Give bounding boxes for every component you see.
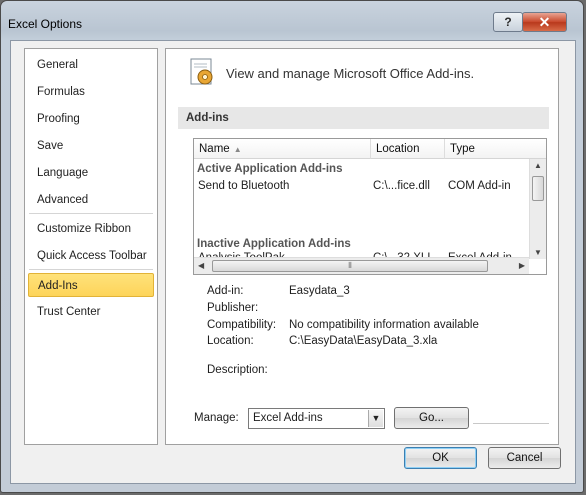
column-name-label: Name: [199, 143, 230, 155]
horizontal-scroll-thumb[interactable]: ⦀: [212, 260, 488, 272]
nav-item-general[interactable]: General: [37, 55, 157, 75]
scroll-up-icon[interactable]: ▲: [534, 161, 542, 170]
row-type: COM Add-in: [448, 180, 511, 192]
addin-label: Add-in:: [207, 285, 244, 297]
chevron-down-icon[interactable]: ▼: [368, 410, 383, 427]
sort-ascending-icon: ▲: [233, 145, 242, 154]
scroll-left-icon[interactable]: ◀: [198, 261, 204, 270]
row-location: C:\...fice.dll: [373, 180, 430, 192]
column-header-type[interactable]: Type: [445, 139, 546, 159]
excel-options-dialog: Excel Options ? ✕ General Formulas Proof…: [0, 0, 584, 493]
row-name: Send to Bluetooth: [198, 180, 290, 192]
nav-item-quick-access-toolbar[interactable]: Quick Access Toolbar: [37, 246, 157, 266]
column-header-location[interactable]: Location: [371, 139, 445, 159]
pane-header: View and manage Microsoft Office Add-ins…: [226, 66, 475, 81]
add-ins-list[interactable]: Name ▲ Location Type Active Application A…: [193, 138, 547, 275]
manage-bar: Manage: Excel Add-ins ▼ Go...: [188, 404, 473, 434]
nav-item-advanced[interactable]: Advanced: [37, 190, 157, 210]
close-icon: ✕: [538, 13, 551, 30]
title-bar: Excel Options ? ✕: [1, 1, 583, 41]
close-button[interactable]: ✕: [522, 12, 567, 32]
description-label: Description:: [207, 364, 268, 376]
nav-item-language[interactable]: Language: [37, 163, 157, 183]
ok-button[interactable]: OK: [404, 447, 477, 469]
nav-item-formulas[interactable]: Formulas: [37, 82, 157, 102]
compatibility-value: No compatibility information available: [289, 319, 479, 331]
column-header-name[interactable]: Name ▲: [194, 139, 371, 159]
manage-selected-value: Excel Add-ins: [253, 412, 323, 424]
nav-item-save[interactable]: Save: [37, 136, 157, 156]
category-nav: General Formulas Proofing Save Language …: [24, 48, 158, 445]
scroll-down-icon[interactable]: ▼: [534, 248, 542, 257]
nav-item-customize-ribbon[interactable]: Customize Ribbon: [37, 219, 157, 239]
help-button[interactable]: ?: [493, 12, 523, 32]
window-title: Excel Options: [8, 17, 83, 31]
section-title: Add-ins: [178, 107, 549, 129]
group-active-add-ins: Active Application Add-ins: [197, 163, 343, 175]
nav-divider: [29, 269, 153, 270]
horizontal-scrollbar[interactable]: ◀ ⦀ ▶: [194, 257, 529, 274]
manage-label: Manage:: [194, 412, 239, 424]
nav-item-add-ins[interactable]: Add-Ins: [28, 273, 154, 297]
help-icon: ?: [504, 15, 512, 29]
go-button[interactable]: Go...: [394, 407, 469, 429]
nav-item-trust-center[interactable]: Trust Center: [37, 302, 157, 322]
location-label: Location:: [207, 335, 254, 347]
manage-dropdown[interactable]: Excel Add-ins ▼: [248, 408, 385, 429]
list-row[interactable]: Send to Bluetooth C:\...fice.dll COM Add…: [194, 177, 529, 195]
add-ins-gear-icon: [190, 58, 213, 85]
publisher-label: Publisher:: [207, 302, 259, 314]
scroll-right-icon[interactable]: ▶: [519, 261, 525, 270]
vertical-scrollbar[interactable]: ▲ ▼: [529, 159, 546, 259]
nav-divider: [29, 213, 153, 214]
cancel-button[interactable]: Cancel: [488, 447, 561, 469]
nav-item-proofing[interactable]: Proofing: [37, 109, 157, 129]
compatibility-label: Compatibility:: [207, 319, 277, 331]
location-value: C:\EasyData\EasyData_3.xla: [289, 335, 438, 347]
vertical-scroll-thumb[interactable]: [532, 176, 544, 201]
add-ins-pane: View and manage Microsoft Office Add-ins…: [165, 48, 559, 445]
addin-value: Easydata_3: [289, 285, 350, 297]
